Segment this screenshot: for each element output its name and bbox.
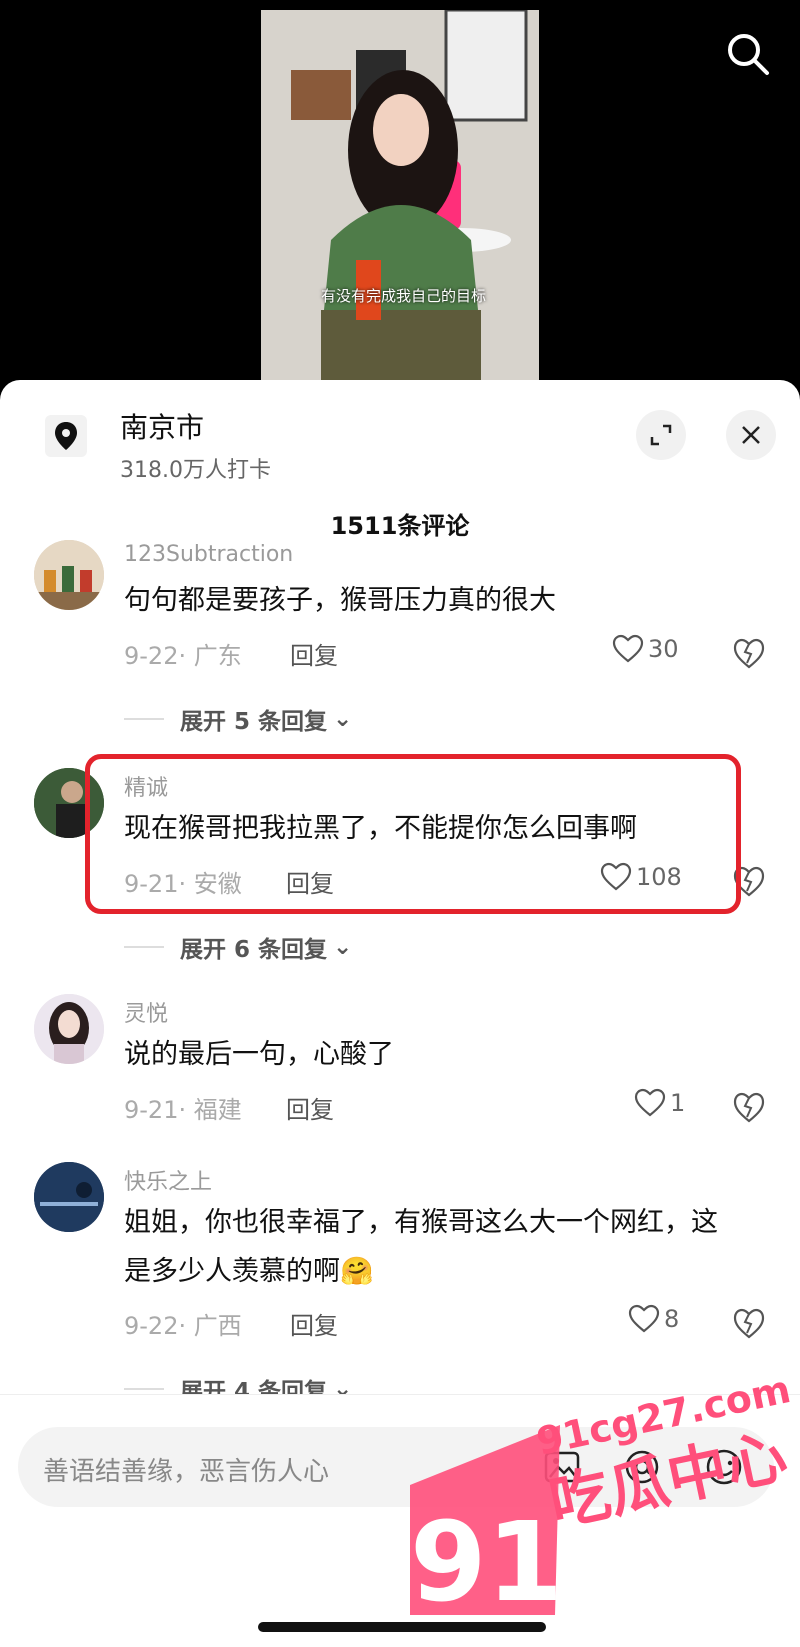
comment-count: 1511条评论 xyxy=(330,512,470,540)
like-count: 1 xyxy=(670,1089,686,1117)
comment-meta: 9-22· 广东 xyxy=(124,642,242,670)
close-icon xyxy=(742,426,760,444)
search-icon[interactable] xyxy=(724,30,772,78)
location-pin-icon[interactable] xyxy=(45,415,87,457)
comment-text: 说的最后一句，心酸了 xyxy=(124,1039,394,1070)
avatar[interactable] xyxy=(34,540,104,610)
expand-replies-button[interactable]: 展开 6 条回复 ⌄ xyxy=(124,930,352,964)
like-button[interactable]: 8 xyxy=(628,1304,679,1334)
emoji-icon[interactable] xyxy=(704,1447,744,1487)
divider xyxy=(124,718,164,720)
chevron-down-icon: ⌄ xyxy=(333,706,353,732)
comment-meta: 9-21· 福建 xyxy=(124,1096,242,1124)
heart-icon xyxy=(634,1088,666,1117)
video-scene xyxy=(261,10,539,395)
like-button[interactable]: 30 xyxy=(612,634,679,664)
expand-button[interactable] xyxy=(636,410,686,460)
reply-button[interactable]: 回复 xyxy=(290,636,338,671)
reply-button[interactable]: 回复 xyxy=(286,1090,334,1125)
heart-icon xyxy=(628,1304,660,1333)
comment-text: 句句都是要孩子，猴哥压力真的很大 xyxy=(124,585,556,616)
dislike-icon[interactable] xyxy=(732,1306,766,1340)
comment-username[interactable]: 快乐之上 xyxy=(124,1164,212,1196)
heart-icon xyxy=(612,634,644,663)
avatar[interactable] xyxy=(34,994,104,1064)
highlight-box xyxy=(85,754,741,914)
dislike-icon[interactable] xyxy=(732,636,766,670)
comment-sheet: 南京市 318.0万人打卡 1511条评论 123Subtraction 句句都… xyxy=(0,380,800,1647)
comment-input-placeholder: 善语结善缘，恶言伤人心 xyxy=(43,1457,330,1487)
location-title[interactable]: 南京市 xyxy=(120,406,204,446)
comment-text: 姐姐，你也很幸福了，有猴哥这么大一个网红，这是多少人羡慕的啊🤗 xyxy=(124,1207,718,1287)
comment-meta: 9-22· 广西 xyxy=(124,1312,242,1340)
divider xyxy=(124,946,164,948)
expand-icon xyxy=(650,424,672,446)
like-count: 8 xyxy=(664,1305,680,1333)
avatar[interactable] xyxy=(34,1162,104,1232)
dislike-icon[interactable] xyxy=(732,1090,766,1124)
image-icon[interactable] xyxy=(542,1447,582,1487)
video-frame[interactable]: 有没有完成我自己的目标 xyxy=(261,10,539,395)
expand-replies-label: 展开 5 条回复 xyxy=(180,709,328,735)
comment-username[interactable]: 123Subtraction xyxy=(124,542,293,567)
divider xyxy=(124,1388,164,1390)
like-count: 30 xyxy=(648,635,679,663)
comment-input[interactable]: 善语结善缘，恶言伤人心 xyxy=(18,1427,774,1507)
comment-username[interactable]: 灵悦 xyxy=(124,996,168,1028)
comment-composer: 善语结善缘，恶言伤人心 xyxy=(0,1394,800,1647)
at-icon[interactable] xyxy=(622,1447,662,1487)
location-checkins: 318.0万人打卡 xyxy=(120,458,271,483)
expand-replies-label: 展开 6 条回复 xyxy=(180,937,328,963)
close-button[interactable] xyxy=(726,410,776,460)
video-subtitle: 有没有完成我自己的目标 xyxy=(321,287,487,305)
expand-replies-button[interactable]: 展开 5 条回复 ⌄ xyxy=(124,702,352,736)
reply-button[interactable]: 回复 xyxy=(290,1306,338,1341)
video-player[interactable]: 有没有完成我自己的目标 xyxy=(0,0,800,395)
home-indicator xyxy=(258,1622,546,1632)
like-button[interactable]: 1 xyxy=(634,1088,685,1118)
chevron-down-icon: ⌄ xyxy=(333,934,353,960)
